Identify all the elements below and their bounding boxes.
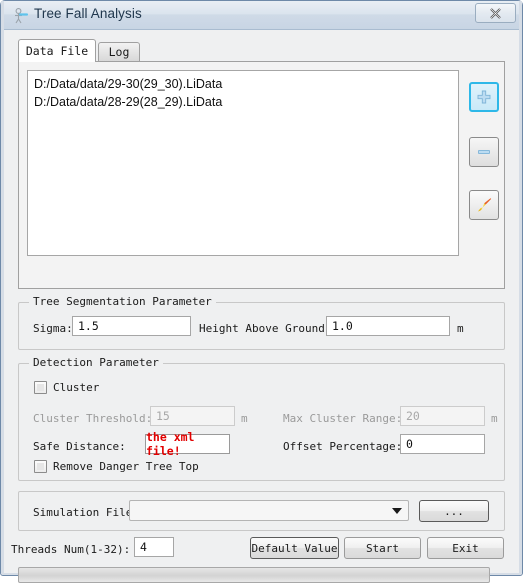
sigma-input[interactable]: 1.5 — [72, 316, 191, 336]
default-value-label: Default Value — [251, 541, 338, 555]
simulation-file-browse-label: ... — [444, 504, 464, 518]
cluster-threshold-unit-label: m — [241, 412, 248, 425]
threads-num-input[interactable]: 4 — [134, 537, 174, 557]
plus-icon — [477, 90, 491, 104]
checkbox-box-icon — [34, 460, 47, 473]
cluster-threshold-input[interactable]: 15 — [150, 406, 235, 426]
sigma-label: Sigma: — [33, 322, 73, 335]
simulation-file-label: Simulation File: — [33, 506, 139, 519]
brush-icon — [478, 198, 492, 212]
remove-danger-tree-top-checkbox[interactable]: Remove Danger Tree Top — [34, 460, 199, 473]
checkbox-box-icon — [34, 381, 47, 394]
simulation-file-group: Simulation File: ... — [18, 491, 505, 531]
list-item[interactable]: D:/Data/data/28-29(28_29).LiData — [28, 93, 458, 111]
max-cluster-range-label: Max Cluster Range: — [283, 412, 403, 425]
max-cluster-range-input[interactable]: 20 — [400, 406, 485, 426]
cluster-threshold-label: Cluster Threshold: — [33, 412, 153, 425]
remove-file-button[interactable] — [469, 137, 499, 167]
tab-pane-data-file: D:/Data/data/29-30(29_30).LiData D:/Data… — [18, 61, 505, 289]
minus-icon — [478, 149, 490, 155]
max-cluster-range-unit-label: m — [491, 412, 498, 425]
tab-log[interactable]: Log — [98, 42, 140, 61]
cluster-checkbox-label: Cluster — [53, 381, 100, 394]
exit-button[interactable]: Exit — [427, 537, 504, 559]
tab-data-file-label: Data File — [25, 44, 89, 58]
simulation-file-combobox[interactable] — [129, 500, 409, 521]
safe-distance-label: Safe Distance: — [33, 440, 126, 453]
tab-data-file[interactable]: Data File — [18, 39, 96, 62]
cluster-checkbox[interactable]: Cluster — [34, 381, 99, 394]
threads-num-label: Threads Num(1-32): — [11, 543, 131, 556]
exit-label: Exit — [452, 541, 479, 555]
list-item[interactable]: D:/Data/data/29-30(29_30).LiData — [28, 75, 458, 93]
simulation-file-browse-button[interactable]: ... — [419, 500, 489, 522]
detection-parameter-group: Detection Parameter Cluster Cluster Thre… — [18, 356, 505, 481]
main-window: Tree Fall Analysis Data File Log D:/Data… — [0, 0, 523, 583]
offset-percentage-input[interactable]: 0 — [400, 434, 485, 454]
client-area: Data File Log D:/Data/data/29-30(29_30).… — [4, 30, 519, 583]
progress-bar — [18, 567, 490, 583]
add-file-button[interactable] — [469, 82, 499, 112]
safe-distance-input[interactable]: the xml file! — [145, 430, 230, 458]
default-value-button[interactable]: Default Value — [250, 537, 339, 559]
start-button[interactable]: Start — [344, 537, 421, 559]
tree-segmentation-title: Tree Segmentation Parameter — [29, 295, 216, 308]
offset-percentage-label: Offset Percentage: — [283, 440, 403, 453]
remove-danger-tree-top-label: Remove Danger Tree Top — [53, 460, 199, 473]
start-label: Start — [365, 541, 400, 555]
chevron-down-icon — [392, 508, 402, 514]
height-above-ground-input[interactable]: 1.0 — [326, 316, 450, 336]
tree-segmentation-group: Tree Segmentation Parameter Sigma: 1.5 H… — [18, 295, 505, 350]
height-above-ground-label: Height Above Ground: — [199, 322, 332, 335]
detection-parameter-title: Detection Parameter — [29, 356, 163, 369]
tab-log-label: Log — [108, 45, 130, 59]
height-unit-label: m — [457, 322, 464, 335]
clear-list-button[interactable] — [469, 190, 499, 220]
file-list[interactable]: D:/Data/data/29-30(29_30).LiData D:/Data… — [27, 70, 459, 256]
